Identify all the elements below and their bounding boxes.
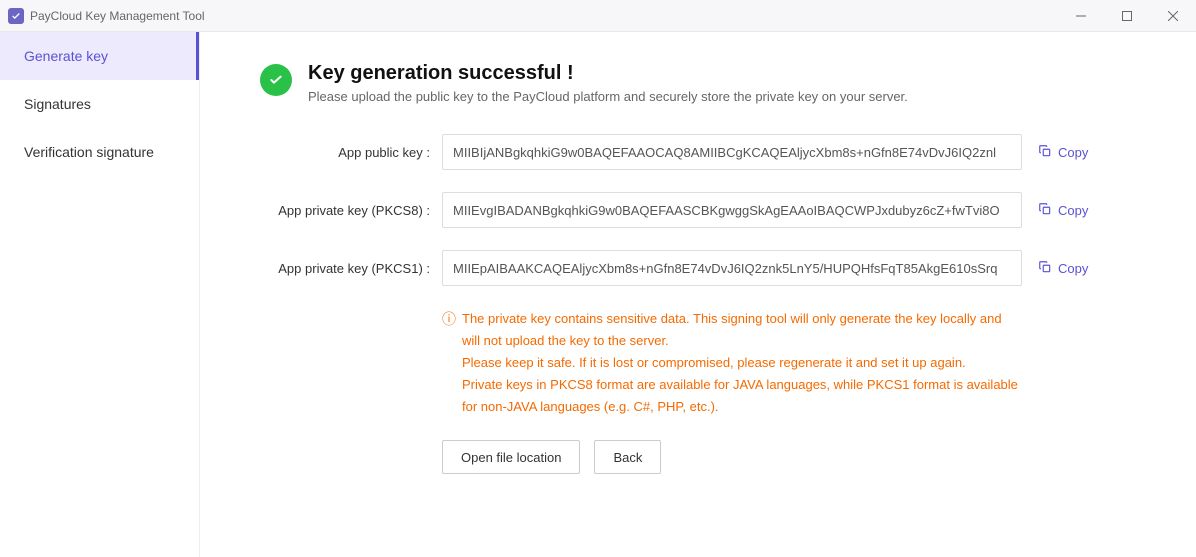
back-button[interactable]: Back <box>594 440 661 474</box>
copy-icon <box>1038 260 1052 277</box>
close-button[interactable] <box>1150 0 1196 32</box>
action-row: Open file location Back <box>442 440 1156 474</box>
public-key-field[interactable] <box>442 134 1022 170</box>
app-logo-icon <box>8 8 24 24</box>
success-check-icon <box>260 64 292 96</box>
key-row-pkcs1: App private key (PKCS1) : Copy <box>260 250 1156 286</box>
sidebar: Generate key Signatures Verification sig… <box>0 32 200 557</box>
sidebar-item-label: Verification signature <box>24 144 154 160</box>
info-icon: ⓘ <box>442 309 456 418</box>
sidebar-item-verification[interactable]: Verification signature <box>0 128 199 176</box>
private-key-pkcs1-field[interactable] <box>442 250 1022 286</box>
window-title: PayCloud Key Management Tool <box>30 9 205 23</box>
copy-icon <box>1038 144 1052 161</box>
content-area: Generate key Signatures Verification sig… <box>0 32 1196 557</box>
titlebar: PayCloud Key Management Tool <box>0 0 1196 32</box>
copy-icon <box>1038 202 1052 219</box>
copy-public-key-button[interactable]: Copy <box>1034 140 1092 165</box>
copy-pkcs1-button[interactable]: Copy <box>1034 256 1092 281</box>
copy-label: Copy <box>1058 145 1088 160</box>
sidebar-item-label: Generate key <box>24 48 108 64</box>
page-title: Key generation successful ! <box>308 62 908 85</box>
copy-label: Copy <box>1058 203 1088 218</box>
key-row-public: App public key : Copy <box>260 134 1156 170</box>
button-label: Back <box>613 450 642 465</box>
sidebar-item-generate-key[interactable]: Generate key <box>0 32 199 80</box>
warning-block: ⓘ The private key contains sensitive dat… <box>442 308 1022 418</box>
warning-text: The private key contains sensitive data.… <box>462 308 1022 418</box>
button-label: Open file location <box>461 450 561 465</box>
copy-pkcs8-button[interactable]: Copy <box>1034 198 1092 223</box>
sidebar-item-label: Signatures <box>24 96 91 112</box>
maximize-button[interactable] <box>1104 0 1150 32</box>
key-label: App private key (PKCS1) : <box>260 261 430 276</box>
minimize-button[interactable] <box>1058 0 1104 32</box>
result-header: Key generation successful ! Please uploa… <box>260 62 1156 104</box>
sidebar-item-signatures[interactable]: Signatures <box>0 80 199 128</box>
main-panel: Key generation successful ! Please uploa… <box>200 32 1196 557</box>
private-key-pkcs8-field[interactable] <box>442 192 1022 228</box>
open-file-location-button[interactable]: Open file location <box>442 440 580 474</box>
window-controls <box>1058 0 1196 32</box>
key-label: App public key : <box>260 145 430 160</box>
key-label: App private key (PKCS8) : <box>260 203 430 218</box>
copy-label: Copy <box>1058 261 1088 276</box>
page-subtitle: Please upload the public key to the PayC… <box>308 89 908 104</box>
key-row-pkcs8: App private key (PKCS8) : Copy <box>260 192 1156 228</box>
titlebar-left: PayCloud Key Management Tool <box>0 8 205 24</box>
header-text: Key generation successful ! Please uploa… <box>308 62 908 104</box>
